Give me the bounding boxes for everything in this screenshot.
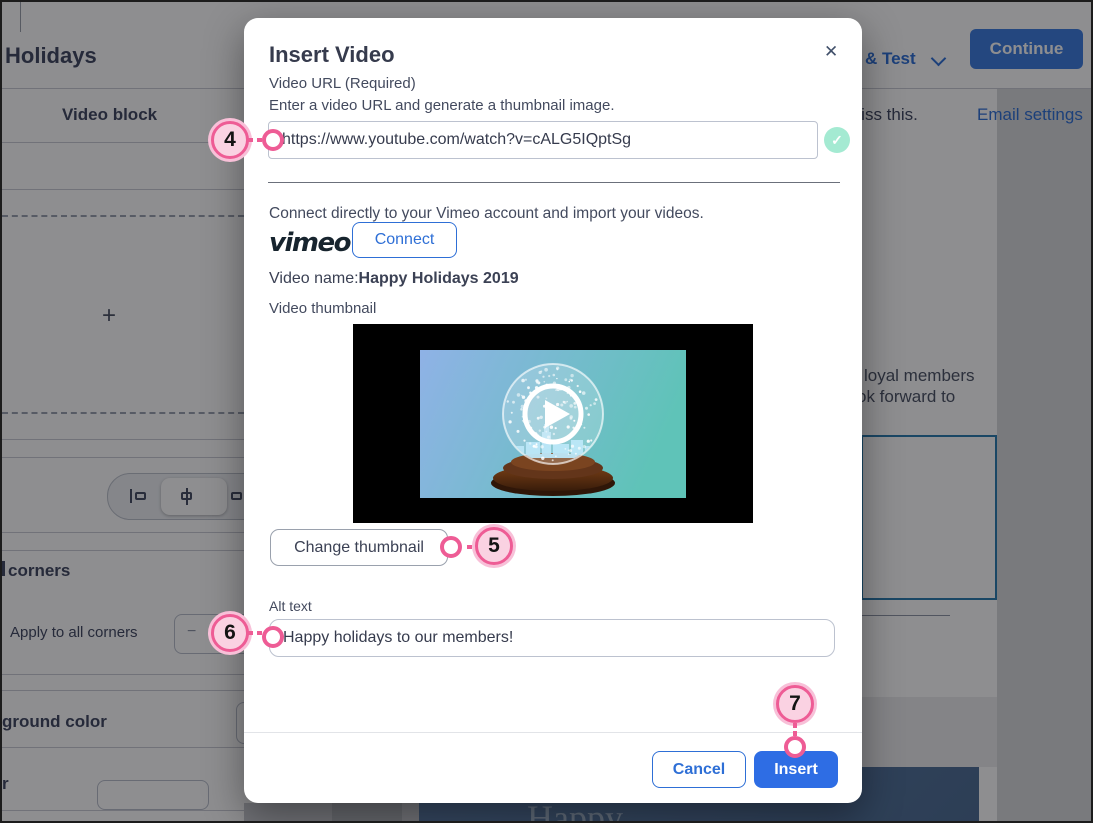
url-label: Video URL (Required) — [269, 75, 416, 92]
callout-step-5: 5 — [475, 527, 513, 565]
url-valid-check-icon: ✓ — [824, 127, 850, 153]
callout-target-5 — [440, 536, 462, 558]
callout-step-4: 4 — [211, 121, 249, 159]
app-window: Holidays w & Test Continue Video block m… — [0, 0, 1093, 823]
url-help-text: Enter a video URL and generate a thumbna… — [269, 97, 615, 114]
vimeo-connect-text: Connect directly to your Vimeo account a… — [269, 205, 704, 223]
callout-step-6: 6 — [211, 614, 249, 652]
alt-text-label: Alt text — [269, 598, 312, 614]
video-name-row: Video name:Happy Holidays 2019 — [269, 270, 519, 288]
callout-target-4 — [262, 129, 284, 151]
close-icon[interactable]: ✕ — [820, 38, 842, 66]
video-name-label: Video name: — [269, 270, 359, 287]
footer-divider — [244, 732, 862, 733]
callout-target-7 — [784, 736, 806, 758]
snow-globe-svg — [420, 350, 686, 498]
vimeo-logo: vimeo — [269, 228, 350, 258]
cancel-button[interactable]: Cancel — [652, 751, 746, 788]
connect-vimeo-button[interactable]: Connect — [352, 222, 457, 258]
callout-step-7: 7 — [776, 685, 814, 723]
callout-target-6 — [262, 626, 284, 648]
modal-title: Insert Video — [269, 42, 395, 68]
alt-text-input[interactable] — [269, 619, 835, 657]
insert-video-modal: Insert Video ✕ Video URL (Required) Ente… — [244, 18, 862, 803]
thumbnail-label: Video thumbnail — [269, 300, 376, 317]
change-thumbnail-button[interactable]: Change thumbnail — [270, 529, 448, 566]
video-name-value: Happy Holidays 2019 — [359, 270, 519, 287]
video-url-input[interactable] — [268, 121, 818, 159]
section-divider — [268, 182, 840, 183]
video-thumbnail — [353, 324, 753, 523]
